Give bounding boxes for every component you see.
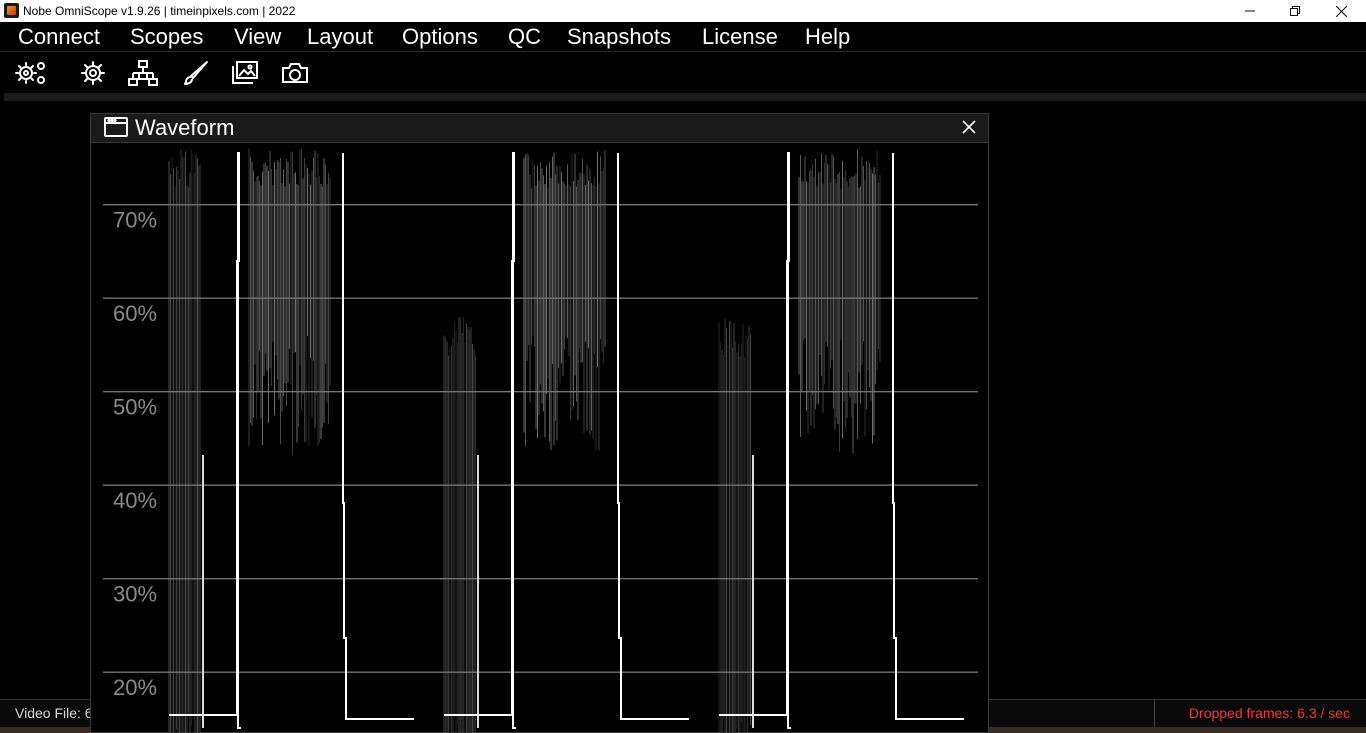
minimize-icon	[1245, 10, 1255, 12]
window-title-bar: Nobe OmniScope v1.9.26 | timeinpixels.co…	[0, 0, 1366, 22]
menu-snapshots[interactable]: Snapshots	[567, 23, 671, 50]
scale-label-70: 70%	[113, 208, 157, 233]
menu-view[interactable]: View	[234, 23, 281, 50]
menu-qc[interactable]: QC	[508, 23, 541, 50]
edge-trace-falling-2	[617, 153, 689, 720]
edge-trace-falling-3	[892, 153, 964, 720]
snapshot-button[interactable]	[279, 58, 311, 88]
dropped-frames-status: Dropped frames: 6.3 / sec	[1188, 705, 1350, 721]
waveform-trace-lower-2	[443, 316, 476, 732]
scale-label-40: 40%	[113, 488, 157, 513]
menu-layout[interactable]: Layout	[307, 23, 373, 50]
scale-label-60: 60%	[113, 301, 157, 326]
menu-scopes[interactable]: Scopes	[130, 23, 203, 50]
gallery-button[interactable]	[229, 58, 261, 88]
waveform-trace-lower-3	[718, 318, 751, 732]
gears-icon	[15, 62, 45, 84]
minimize-button[interactable]	[1227, 0, 1273, 22]
menu-help[interactable]: Help	[805, 23, 850, 50]
waveform-trace-upper-1	[248, 148, 331, 456]
window-close-button[interactable]	[1318, 0, 1364, 22]
waveform-trace-upper-2	[523, 150, 606, 451]
menu-connect[interactable]: Connect	[18, 23, 100, 50]
menu-options[interactable]: Options	[402, 23, 478, 50]
waveform-trace-lower-1	[168, 149, 201, 732]
annotate-button[interactable]	[180, 58, 212, 88]
app-logo-icon	[4, 3, 19, 18]
window-title: Nobe OmniScope v1.9.26 | timeinpixels.co…	[23, 4, 296, 18]
toolbar	[0, 51, 1366, 94]
restore-icon	[1290, 6, 1300, 16]
settings-button[interactable]	[77, 58, 109, 88]
connection-settings-button[interactable]	[15, 58, 47, 88]
scale-label-50: 50%	[113, 395, 157, 420]
status-divider	[1154, 700, 1155, 728]
camera-icon	[282, 63, 308, 83]
brush-icon	[184, 61, 208, 85]
network-icon	[128, 60, 158, 86]
network-button[interactable]	[127, 58, 159, 88]
images-icon	[232, 61, 258, 84]
menu-license[interactable]: License	[702, 23, 778, 50]
edge-trace-falling-1	[342, 153, 414, 720]
scale-label-20: 20%	[113, 675, 157, 700]
panel-title: Waveform	[135, 115, 235, 140]
window-icon	[104, 117, 128, 137]
waveform-trace-upper-3	[798, 149, 881, 454]
toolbar-divider	[4, 93, 1366, 101]
panel-close-icon[interactable]	[961, 119, 977, 135]
restore-button[interactable]	[1272, 0, 1318, 22]
close-icon	[1335, 5, 1347, 17]
waveform-panel[interactable]: Waveform 70% 60% 50% 40% 30% 20%	[90, 113, 989, 733]
menu-bar: Connect Scopes View Layout Options QC Sn…	[0, 22, 1366, 51]
scale-label-30: 30%	[113, 582, 157, 607]
waveform-plot: 70% 60% 50% 40% 30% 20%	[103, 148, 978, 732]
video-file-status: Video File: 6	[15, 705, 93, 721]
waveform-panel-header[interactable]: Waveform	[91, 114, 988, 143]
gear-icon	[81, 61, 105, 85]
